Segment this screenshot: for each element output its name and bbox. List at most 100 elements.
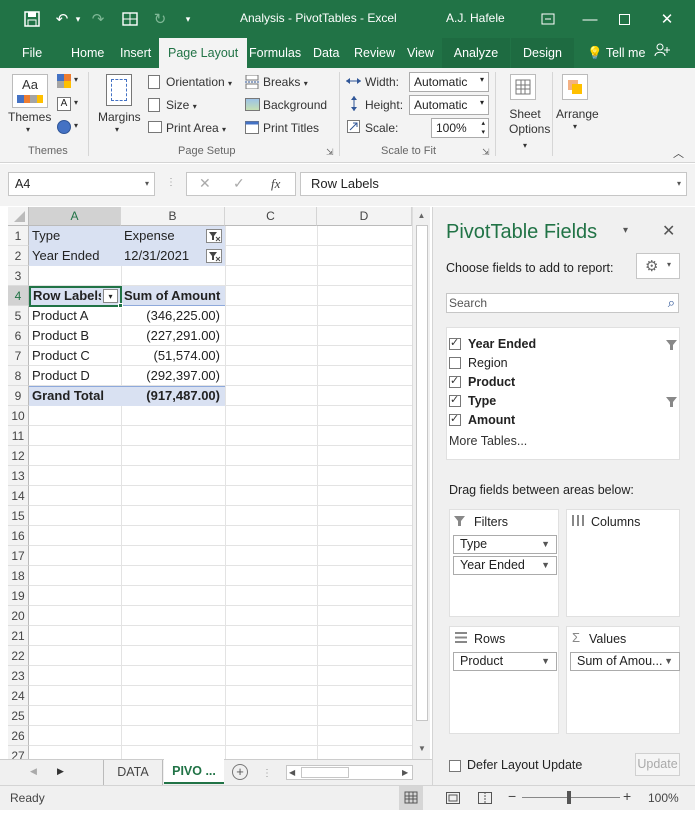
- scroll-down-icon[interactable]: ▼: [418, 744, 426, 753]
- row-header-1[interactable]: 1: [8, 226, 29, 246]
- row-header-20[interactable]: 20: [8, 606, 29, 626]
- arrange-dropdown-icon[interactable]: ▾: [573, 122, 577, 131]
- search-icon[interactable]: ⌕: [668, 294, 675, 312]
- cell-a6[interactable]: Product B: [30, 326, 120, 346]
- maximize-icon[interactable]: [612, 7, 636, 31]
- zoom-slider-thumb[interactable]: [567, 791, 571, 804]
- row-header-21[interactable]: 21: [8, 626, 29, 646]
- column-header-d[interactable]: D: [317, 207, 412, 226]
- cell-a9[interactable]: Grand Total: [30, 386, 120, 406]
- row-labels-dropdown-icon[interactable]: ▾: [103, 289, 118, 303]
- field-item[interactable]: Region: [449, 355, 677, 374]
- row-header-14[interactable]: 14: [8, 486, 29, 506]
- tab-analyze[interactable]: Analyze: [442, 38, 510, 68]
- refresh-icon[interactable]: ↻: [148, 7, 172, 31]
- cell-b9[interactable]: (917,487.00): [122, 386, 222, 406]
- save-icon[interactable]: [20, 7, 44, 31]
- cell-b4[interactable]: Sum of Amount: [122, 286, 224, 306]
- row-header-19[interactable]: 19: [8, 586, 29, 606]
- horizontal-scrollbar[interactable]: ◀ ▶: [286, 765, 413, 780]
- checkbox-icon[interactable]: [449, 393, 461, 407]
- row-header-3[interactable]: 3: [8, 266, 29, 286]
- row-header-5[interactable]: 5: [8, 306, 29, 326]
- enter-icon[interactable]: ✓: [233, 175, 245, 192]
- zoom-in-icon[interactable]: +: [623, 788, 631, 804]
- scroll-up-icon[interactable]: ▲: [413, 211, 430, 220]
- tab-insert[interactable]: Insert: [111, 38, 160, 68]
- formula-input[interactable]: Row Labels ▾: [300, 172, 687, 196]
- breaks-button[interactable]: Breaks ▾: [263, 75, 308, 89]
- row-header-22[interactable]: 22: [8, 646, 29, 666]
- margins-button[interactable]: Margins: [98, 110, 141, 124]
- zoom-level[interactable]: 100%: [648, 791, 679, 805]
- defer-layout-checkbox[interactable]: [449, 758, 461, 772]
- chevron-down-icon[interactable]: ▾: [145, 173, 149, 195]
- field-item[interactable]: Product: [449, 374, 677, 393]
- tab-file[interactable]: File: [13, 38, 51, 68]
- scale-launcher-icon[interactable]: ⇲: [482, 147, 490, 158]
- tab-home[interactable]: Home: [62, 38, 113, 68]
- filters-chip-year-ended[interactable]: Year Ended ▼: [453, 556, 557, 575]
- field-item[interactable]: Amount: [449, 412, 677, 431]
- page-break-view-icon[interactable]: [478, 792, 492, 807]
- margins-dropdown-icon[interactable]: ▾: [115, 125, 119, 134]
- type-filter-icon[interactable]: [206, 229, 222, 243]
- pane-close-icon[interactable]: ✕: [662, 221, 675, 241]
- checkbox-icon[interactable]: [449, 356, 461, 369]
- scroll-tabs-right-icon[interactable]: ▶: [57, 766, 64, 777]
- pane-options-icon[interactable]: ▾: [623, 225, 628, 236]
- more-tables-link[interactable]: More Tables...: [449, 434, 527, 448]
- cancel-icon[interactable]: ✕: [199, 175, 211, 192]
- row-header-23[interactable]: 23: [8, 666, 29, 686]
- expand-formula-icon[interactable]: ▾: [677, 173, 681, 195]
- print-titles-button[interactable]: Print Titles: [263, 121, 319, 135]
- row-header-10[interactable]: 10: [8, 406, 29, 426]
- background-button[interactable]: Background: [263, 98, 327, 112]
- customize-qat-icon[interactable]: ▾: [176, 7, 200, 31]
- field-item[interactable]: Year Ended: [449, 336, 677, 355]
- checkbox-icon[interactable]: [449, 412, 461, 426]
- row-header-4[interactable]: 4: [8, 286, 29, 306]
- sheet-tab-data[interactable]: DATA: [103, 760, 163, 785]
- layout-options-button[interactable]: ⚙ ▾: [636, 253, 680, 279]
- orientation-button[interactable]: Orientation ▾: [166, 75, 232, 89]
- themes-dropdown-icon[interactable]: ▾: [26, 125, 30, 134]
- update-button[interactable]: Update: [635, 753, 680, 776]
- cell-b6[interactable]: (227,291.00): [122, 326, 222, 346]
- row-header-16[interactable]: 16: [8, 526, 29, 546]
- arrange-button[interactable]: Arrange: [556, 107, 599, 121]
- close-icon[interactable]: ✕: [655, 7, 679, 31]
- tell-me[interactable]: 💡 Tell me: [578, 38, 654, 68]
- scrollbar-thumb[interactable]: [416, 225, 428, 721]
- row-header-17[interactable]: 17: [8, 546, 29, 566]
- cell-a8[interactable]: Product D: [30, 366, 120, 386]
- colors-icon[interactable]: [57, 74, 71, 88]
- width-dropdown[interactable]: Automatic ▾: [409, 72, 489, 92]
- row-header-26[interactable]: 26: [8, 726, 29, 746]
- share-icon[interactable]: [645, 38, 679, 68]
- columns-area[interactable]: Columns: [566, 509, 680, 617]
- select-all-corner[interactable]: [8, 207, 29, 226]
- quick-table-icon[interactable]: [118, 7, 142, 31]
- values-chip-sum-of-amount[interactable]: Sum of Amou... ▼: [570, 652, 680, 671]
- effects-dropdown-icon[interactable]: ▾: [74, 121, 78, 130]
- tab-data[interactable]: Data: [304, 38, 348, 68]
- column-header-a[interactable]: A: [29, 207, 121, 226]
- cell-a1[interactable]: Type: [30, 226, 120, 246]
- sheet-options-button[interactable]: Sheet Options ▾: [509, 107, 550, 153]
- tab-review[interactable]: Review: [345, 38, 404, 68]
- zoom-out-icon[interactable]: −: [508, 788, 516, 804]
- tab-design[interactable]: Design: [511, 38, 574, 68]
- cell-b2[interactable]: 12/31/2021: [122, 246, 202, 266]
- scroll-left-icon[interactable]: ◀: [289, 766, 295, 780]
- user-name[interactable]: A.J. Hafele: [446, 11, 505, 25]
- fonts-icon[interactable]: A: [57, 97, 71, 111]
- new-sheet-icon[interactable]: +: [232, 764, 248, 780]
- row-header-7[interactable]: 7: [8, 346, 29, 366]
- cell-a7[interactable]: Product C: [30, 346, 120, 366]
- column-header-b[interactable]: B: [121, 207, 225, 226]
- checkbox-icon[interactable]: [449, 336, 461, 350]
- field-search-input[interactable]: Search ⌕: [446, 293, 679, 313]
- column-header-c[interactable]: C: [225, 207, 317, 226]
- year-filter-icon[interactable]: [206, 249, 222, 263]
